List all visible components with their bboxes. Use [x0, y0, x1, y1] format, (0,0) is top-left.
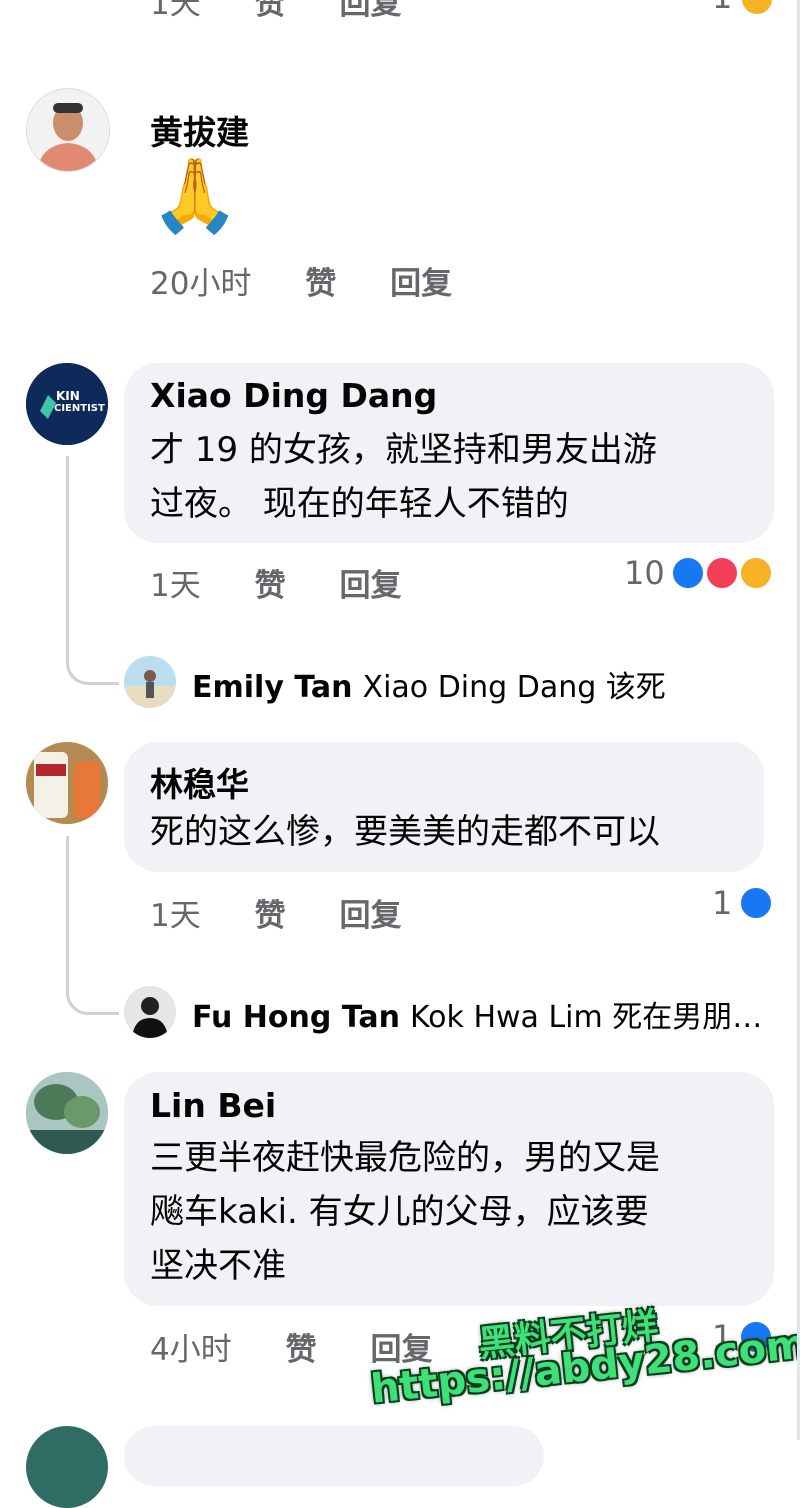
- like-button[interactable]: 赞: [305, 266, 336, 302]
- comment-time: 4小时: [150, 1332, 232, 1368]
- reaction-count[interactable]: 10: [624, 554, 665, 592]
- like-reaction-icon: [671, 556, 705, 590]
- comment-author[interactable]: 林稳华: [150, 758, 249, 806]
- avatar-comment-2[interactable]: KIN CIENTIST: [26, 363, 108, 445]
- thread-connector: [66, 970, 119, 1015]
- comment-text-line: 才 19 的女孩，就坚持和男友出游: [150, 430, 657, 470]
- partial-reply-button[interactable]: 回复: [339, 0, 401, 22]
- like-button[interactable]: 赞: [286, 1332, 317, 1368]
- thread-connector: [66, 640, 119, 685]
- person-photo-icon: [124, 986, 176, 1038]
- avatar-partial[interactable]: [26, 1426, 108, 1508]
- avatar-comment-3[interactable]: [26, 742, 108, 824]
- reply-author: Emily Tan: [192, 670, 353, 705]
- partial-meta-row: 1天 赞 回复: [150, 0, 445, 23]
- comment-text-line: 三更半夜赶快最危险的，男的又是: [150, 1138, 660, 1178]
- landscape-photo-icon: [26, 1072, 108, 1154]
- folded-hands-icon: 🙏: [150, 153, 240, 237]
- like-button[interactable]: 赞: [255, 568, 286, 604]
- reply-author: Fu Hong Tan: [192, 1000, 400, 1035]
- avatar-comment-1[interactable]: [26, 88, 110, 172]
- comment-meta: 1天 赞 回复: [150, 560, 445, 605]
- reply-button[interactable]: 回复: [390, 266, 452, 302]
- comment-time: 1天: [150, 568, 201, 604]
- comment-time: 1天: [150, 898, 201, 934]
- reply-avatar[interactable]: [124, 986, 176, 1038]
- reply-avatar[interactable]: [124, 656, 176, 708]
- comment-bubble-partial: [124, 1426, 544, 1486]
- partial-like-button[interactable]: 赞: [255, 0, 286, 22]
- comment-text-line: 过夜。 现在的年轻人不错的: [150, 484, 569, 524]
- thread-line: [66, 836, 69, 986]
- avatar-logo-text-2: CIENTIST: [54, 403, 105, 414]
- comment-text-line: 飚车kaki. 有女儿的父母，应该要: [150, 1192, 649, 1232]
- comment-author[interactable]: Lin Bei: [150, 1086, 276, 1125]
- comment-meta: 1天 赞 回复: [150, 890, 445, 935]
- partial-reaction-count: 1: [712, 0, 732, 16]
- reply-preview[interactable]: Emily Tan Xiao Ding Dang 该死: [192, 662, 666, 706]
- comment-text-line: 死的这么惨，要美美的走都不可以: [150, 812, 660, 852]
- partial-haha-icon: [740, 0, 774, 16]
- thread-line: [66, 456, 69, 656]
- reply-text: Kok Hwa Lim 死在男朋…: [410, 1000, 763, 1035]
- avatar-comment-4[interactable]: [26, 1072, 108, 1154]
- like-reaction-icon: [739, 886, 773, 920]
- haha-reaction-icon: [739, 556, 773, 590]
- comment-author[interactable]: 黄拔建: [150, 106, 249, 154]
- comment-meta: 20小时 赞 回复: [150, 258, 496, 303]
- drink-photo-icon: [26, 742, 108, 824]
- love-reaction-icon: [705, 556, 739, 590]
- comment-text-line: 坚决不准: [150, 1246, 286, 1286]
- reaction-count[interactable]: 1: [712, 884, 732, 922]
- reply-button[interactable]: 回复: [339, 898, 401, 934]
- comment-time: 20小时: [150, 266, 252, 302]
- person-photo-icon: [27, 89, 109, 171]
- reply-text: Xiao Ding Dang 该死: [362, 670, 666, 705]
- reply-button[interactable]: 回复: [339, 568, 401, 604]
- reply-preview[interactable]: Fu Hong Tan Kok Hwa Lim 死在男朋…: [192, 992, 762, 1036]
- like-button[interactable]: 赞: [255, 898, 286, 934]
- avatar-logo-text-1: KIN: [56, 389, 80, 403]
- beach-photo-icon: [124, 656, 176, 708]
- partial-time: 1天: [150, 0, 201, 22]
- comment-author[interactable]: Xiao Ding Dang: [150, 376, 437, 415]
